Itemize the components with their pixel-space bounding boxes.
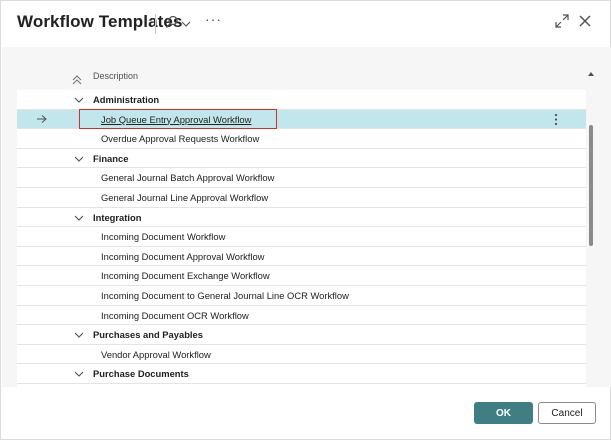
list-item[interactable]: Incoming Document Workflow	[17, 227, 586, 247]
expand-icon[interactable]	[554, 13, 574, 33]
scroll-thumb[interactable]	[589, 125, 593, 246]
list-item[interactable]: Incoming Document Approval Workflow	[17, 247, 586, 267]
group-label: Integration	[93, 211, 142, 223]
workflow-template-link[interactable]: Incoming Document to General Journal Lin…	[101, 290, 349, 301]
chevron-down-icon[interactable]	[74, 95, 84, 103]
workflow-template-link[interactable]: Incoming Document Approval Workflow	[101, 251, 264, 262]
list-item[interactable]: Overdue Approval Requests Workflow	[17, 129, 586, 149]
workflow-template-link[interactable]: General Journal Batch Approval Workflow	[101, 172, 274, 183]
workflow-template-link[interactable]: Incoming Document Exchange Workflow	[101, 270, 270, 281]
header-divider	[155, 14, 156, 34]
column-header: Description	[17, 64, 586, 90]
content-area: Description Administration Job Queue Entr…	[2, 47, 611, 392]
workflow-template-link[interactable]: Vendor Approval Workflow	[101, 349, 211, 360]
page-title: Workflow Templates	[17, 12, 183, 31]
group-row[interactable]: Purchases and Payables	[17, 325, 586, 345]
group-row[interactable]: Administration	[17, 90, 586, 110]
group-row[interactable]: Finance	[17, 149, 586, 169]
group-row[interactable]: Purchase Documents	[17, 364, 586, 384]
list-item[interactable]: Incoming Document OCR Workflow	[17, 306, 586, 326]
chevron-down-icon	[181, 15, 191, 33]
workflow-template-list: Description Administration Job Queue Entr…	[17, 64, 586, 387]
workflow-template-link[interactable]: Incoming Document OCR Workflow	[101, 310, 249, 321]
search-icon	[165, 15, 179, 34]
row-arrow-icon	[36, 114, 48, 124]
workflow-templates-dialog: Workflow Templates ··· Description Admin…	[0, 0, 611, 440]
ok-button[interactable]: OK	[474, 402, 533, 424]
scrollbar[interactable]	[588, 64, 594, 392]
workflow-template-link[interactable]: General Journal Line Approval Workflow	[101, 192, 268, 203]
chevron-down-icon[interactable]	[74, 369, 84, 378]
kebab-icon[interactable]	[554, 113, 560, 126]
dialog-footer: OK Cancel	[1, 387, 610, 439]
workflow-template-link[interactable]: Overdue Approval Requests Workflow	[101, 133, 259, 144]
list-item[interactable]: Incoming Document Exchange Workflow	[17, 266, 586, 286]
search-button[interactable]	[165, 13, 197, 35]
group-label: Administration	[93, 94, 160, 105]
description-column-header[interactable]: Description	[93, 71, 138, 81]
list-item[interactable]: General Journal Batch Approval Workflow	[17, 168, 586, 188]
scroll-down-icon[interactable]	[588, 380, 594, 392]
group-label: Finance	[93, 152, 129, 164]
workflow-template-link[interactable]: Incoming Document Workflow	[101, 231, 225, 242]
list-item[interactable]: General Journal Line Approval Workflow	[17, 188, 586, 208]
list-item[interactable]: Incoming Document to General Journal Lin…	[17, 286, 586, 306]
dialog-header: Workflow Templates ···	[1, 1, 610, 47]
close-icon[interactable]	[577, 13, 597, 33]
more-icon[interactable]: ···	[205, 11, 227, 33]
sort-icon[interactable]	[72, 72, 84, 85]
chevron-down-icon[interactable]	[74, 154, 84, 162]
list-item[interactable]: Vendor Approval Workflow	[17, 345, 586, 365]
group-label: Purchases and Payables	[93, 329, 203, 341]
cancel-button[interactable]: Cancel	[538, 402, 596, 424]
scroll-up-icon[interactable]	[588, 64, 594, 76]
group-label: Purchase Documents	[93, 368, 189, 380]
group-row[interactable]: Integration	[17, 208, 586, 228]
chevron-down-icon[interactable]	[74, 330, 84, 338]
selected-list-item[interactable]: Job Queue Entry Approval Workflow	[17, 108, 586, 130]
chevron-down-icon[interactable]	[74, 213, 84, 221]
workflow-template-link[interactable]: Job Queue Entry Approval Workflow	[101, 114, 251, 125]
